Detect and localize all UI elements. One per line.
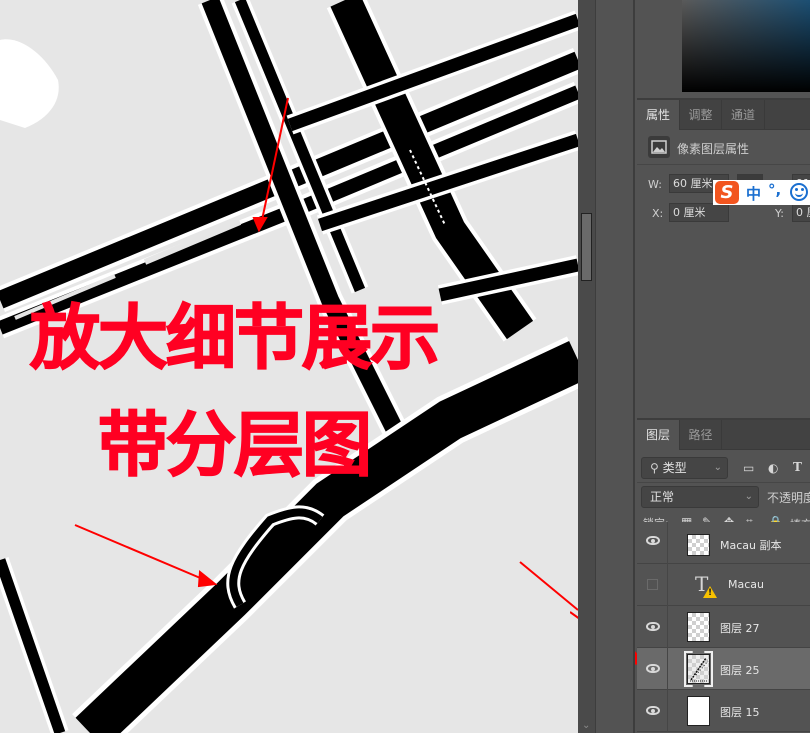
layer-row[interactable]: 图层 27: [637, 606, 810, 648]
eye-icon: [646, 622, 660, 631]
layer-row[interactable]: 图层 15: [637, 690, 810, 732]
ime-punctuation-toggle[interactable]: °,: [768, 181, 781, 199]
layer-filter-dropdown[interactable]: ⚲ 类型 ⌄: [641, 457, 728, 479]
selection-corners: [684, 651, 713, 687]
sogou-logo-icon[interactable]: S: [715, 181, 739, 204]
layer-thumbnail: [687, 696, 710, 726]
y-label: Y:: [775, 207, 784, 220]
layer-row[interactable]: Macau 副本: [637, 522, 810, 564]
tab-layers[interactable]: 图层: [637, 420, 680, 450]
layer-row[interactable]: T ! Macau: [637, 564, 810, 606]
filter-type-icon[interactable]: T: [793, 460, 802, 474]
layer-thumbnail: [687, 534, 710, 556]
layer-thumbnail: [687, 612, 710, 642]
panel-divider: [637, 482, 810, 483]
scroll-down-arrow-icon[interactable]: ⌄: [582, 720, 590, 731]
properties-section-title: 像素图层属性: [677, 142, 750, 156]
headline-line-2: 带分层图: [97, 404, 373, 486]
x-label: X:: [652, 207, 664, 220]
annotation-arrow-2: [74, 524, 206, 581]
canvas-vertical-scrollbar[interactable]: ⌄: [578, 0, 595, 733]
layer-row-selected[interactable]: 图层 25: [637, 648, 810, 690]
layer-name: 图层 27: [720, 622, 760, 635]
x-field[interactable]: 0 厘米: [669, 203, 729, 222]
eye-icon: [646, 664, 660, 673]
visibility-toggle[interactable]: [637, 606, 668, 648]
white-area: [0, 39, 59, 128]
eye-icon: [646, 706, 660, 715]
properties-tabbar: 属性 调整 通道: [637, 100, 810, 130]
scrollbar-thumb[interactable]: [581, 213, 592, 281]
hidden-box-icon: [647, 579, 658, 590]
visibility-toggle[interactable]: [637, 690, 668, 732]
tab-channels[interactable]: 通道: [722, 100, 765, 130]
warning-icon: !: [703, 586, 717, 598]
chevron-down-icon: ⌄: [713, 462, 722, 473]
layer-name: Macau 副本: [720, 539, 782, 552]
width-label: W:: [648, 178, 662, 191]
layer-name: Macau: [728, 578, 764, 591]
collapsed-panel-strip: [595, 0, 635, 733]
y-field[interactable]: 0 厘: [792, 203, 810, 222]
blend-mode-dropdown[interactable]: 正常 ⌄: [641, 486, 759, 508]
eye-icon: [646, 536, 660, 545]
search-icon: ⚲: [650, 461, 663, 475]
layer-name: 图层 15: [720, 706, 760, 719]
visibility-toggle[interactable]: [637, 522, 668, 564]
layers-tabbar: 图层 路径: [637, 420, 810, 450]
tab-paths[interactable]: 路径: [680, 420, 722, 450]
tab-adjustments[interactable]: 调整: [680, 100, 722, 130]
filter-adjustment-icon[interactable]: ◐: [768, 461, 778, 475]
layer-name: 图层 25: [720, 664, 760, 677]
headline-line-1: 放大细节展示: [29, 297, 441, 379]
tab-properties[interactable]: 属性: [637, 100, 680, 130]
chevron-down-icon: ⌄: [744, 491, 753, 502]
ime-toolbar[interactable]: S 中 °,: [713, 180, 810, 205]
pixel-layer-icon: [648, 136, 670, 158]
filter-label: 类型: [662, 461, 687, 475]
smiley-icon[interactable]: [790, 183, 808, 201]
color-picker-field[interactable]: [682, 0, 810, 92]
blend-mode-value: 正常: [650, 490, 675, 504]
properties-header: 像素图层属性: [637, 136, 810, 160]
filter-pixel-icon[interactable]: ▭: [743, 461, 754, 475]
ime-mode-toggle[interactable]: 中: [746, 183, 761, 204]
visibility-toggle[interactable]: [637, 648, 668, 690]
right-panel-dock: 属性 调整 通道 像素图层属性 W: 60 厘米 H: 91 X: 0 厘米 Y…: [637, 0, 810, 733]
panel-divider: [637, 164, 810, 165]
document-canvas[interactable]: 放大细节展示 带分层图: [0, 0, 578, 733]
visibility-toggle[interactable]: [637, 564, 668, 606]
opacity-label: 不透明度: [767, 491, 810, 505]
